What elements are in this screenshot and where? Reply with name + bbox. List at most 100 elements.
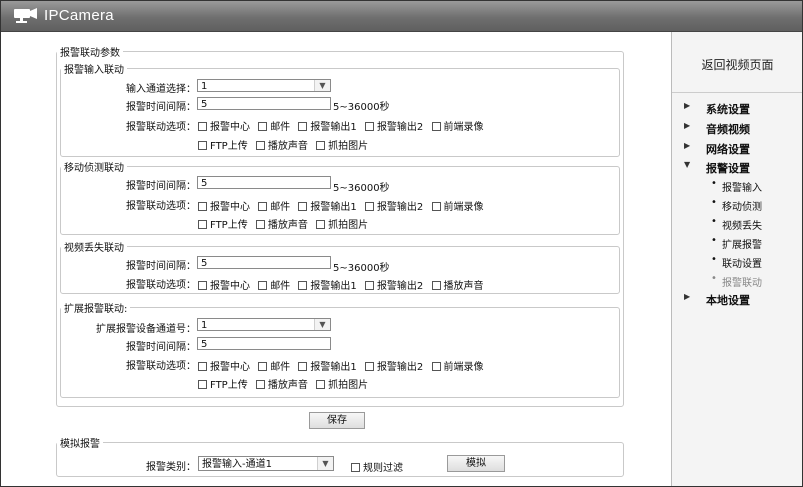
app-window: IPCamera 报警联动参数 报警输入联动 输入通道选择： 1 ▼ 报警时间间… [0,0,803,487]
checkbox[interactable] [198,141,207,150]
option-alarm-output-2[interactable]: 报警输出2 [364,198,423,213]
sidebar-item-alarm[interactable]: ▼ 报警设置 [684,160,750,176]
save-button[interactable]: 保存 [309,412,365,429]
option-snapshot[interactable]: 抓拍图片 [316,137,368,152]
option-alarm-center[interactable]: 报警中心 [198,277,250,292]
checkbox[interactable] [258,122,268,131]
interval-label: 报警时间间隔： [126,102,196,113]
alarm-input-options-row1: 报警中心 邮件 报警输出1 报警输出2 前端录像 [198,118,489,133]
checkbox[interactable] [198,122,207,131]
checkbox[interactable] [298,281,308,290]
checkbox[interactable] [298,122,308,131]
bullet-icon: • [711,178,717,189]
option-snapshot[interactable]: 抓拍图片 [316,376,368,391]
option-email[interactable]: 邮件 [258,358,290,373]
bullet-icon: • [711,273,717,284]
sidebar-item-local[interactable]: ▶ 本地设置 [684,292,750,308]
interval-input[interactable]: 5 [197,176,331,189]
checkbox[interactable] [364,122,374,131]
camera-logo-icon [14,8,37,23]
interval-hint: 5~36000秒 [333,102,390,113]
option-alarm-output-2[interactable]: 报警输出2 [364,118,423,133]
option-email[interactable]: 邮件 [258,198,290,213]
checkbox[interactable] [258,362,268,371]
main-content: 报警联动参数 报警输入联动 输入通道选择： 1 ▼ 报警时间间隔： 5 5~36… [2,32,670,486]
return-to-video-link[interactable]: 返回视频页面 [672,56,802,73]
checkbox[interactable] [364,281,374,290]
checkbox[interactable] [255,380,265,389]
option-front-record[interactable]: 前端录像 [431,198,484,213]
checkbox[interactable] [298,202,308,211]
option-alarm-center[interactable]: 报警中心 [198,358,250,373]
checkbox[interactable] [431,281,441,290]
checkbox[interactable] [316,220,326,229]
checkbox[interactable] [431,362,441,371]
interval-input[interactable]: 5 [197,337,331,350]
options-label: 报警联动选项： [126,361,196,372]
option-email[interactable]: 邮件 [258,277,290,292]
option-alarm-output-2[interactable]: 报警输出2 [364,358,423,373]
option-ftp-upload[interactable]: FTP上传 [198,376,248,391]
option-ftp-upload[interactable]: FTP上传 [198,216,248,231]
checkbox[interactable] [364,202,374,211]
sidebar-subitem-motion[interactable]: • 移动侦测 [711,197,762,213]
option-play-sound[interactable]: 播放声音 [255,216,308,231]
checkbox[interactable] [298,362,308,371]
sidebar-item-audio-video[interactable]: ▶ 音频视频 [684,121,750,137]
sidebar-subitem-alarm-linkage[interactable]: • 报警联动 [711,273,762,289]
alarm-type-select[interactable]: 报警输入-通道1 ▼ [198,456,334,471]
sidebar-subitem-video-loss[interactable]: • 视频丢失 [711,216,762,232]
sidebar-subitem-linkage-settings[interactable]: • 联动设置 [711,254,762,270]
option-alarm-output-1[interactable]: 报警输出1 [298,358,357,373]
option-alarm-output-2[interactable]: 报警输出2 [364,277,423,292]
checkbox[interactable] [351,463,360,472]
option-email[interactable]: 邮件 [258,118,290,133]
video-loss-legend: 视频丢失联动 [64,243,124,254]
checkbox[interactable] [198,220,207,229]
checkbox[interactable] [258,281,268,290]
alarm-input-legend: 报警输入联动 [64,65,124,76]
triangle-down-icon: ▼ [684,160,691,169]
chevron-down-icon: ▼ [317,457,333,470]
checkbox[interactable] [316,141,326,150]
title-bar: IPCamera [1,1,802,32]
checkbox[interactable] [255,220,265,229]
checkbox[interactable] [431,202,441,211]
interval-input[interactable]: 5 [197,256,331,269]
rule-filter-option[interactable]: 规则过滤 [351,459,403,474]
option-play-sound[interactable]: 播放声音 [431,277,484,292]
bullet-icon: • [711,197,717,208]
option-snapshot[interactable]: 抓拍图片 [316,216,368,231]
option-ftp-upload[interactable]: FTP上传 [198,137,248,152]
sidebar-item-system[interactable]: ▶ 系统设置 [684,101,750,117]
option-play-sound[interactable]: 播放声音 [255,376,308,391]
checkbox[interactable] [198,380,207,389]
checkbox[interactable] [198,281,207,290]
sidebar-item-network[interactable]: ▶ 网络设置 [684,141,750,157]
option-front-record[interactable]: 前端录像 [431,118,484,133]
option-alarm-center[interactable]: 报警中心 [198,198,250,213]
checkbox[interactable] [431,122,441,131]
sidebar-subitem-ext-alarm[interactable]: • 扩展报警 [711,235,762,251]
interval-hint: 5~36000秒 [333,183,390,194]
linkage-params-legend: 报警联动参数 [60,48,120,59]
channel-select[interactable]: 1 ▼ [197,79,331,92]
app-title: IPCamera [44,7,114,24]
option-alarm-output-1[interactable]: 报警输出1 [298,198,357,213]
checkbox[interactable] [198,202,207,211]
checkbox[interactable] [316,380,326,389]
sidebar-subitem-alarm-input[interactable]: • 报警输入 [711,178,762,194]
interval-input[interactable]: 5 [197,97,331,110]
checkbox[interactable] [255,141,265,150]
ext-channel-select[interactable]: 1 ▼ [197,318,331,331]
checkbox[interactable] [258,202,268,211]
option-play-sound[interactable]: 播放声音 [255,137,308,152]
option-alarm-output-1[interactable]: 报警输出1 [298,118,357,133]
option-alarm-center[interactable]: 报警中心 [198,118,250,133]
option-front-record[interactable]: 前端录像 [431,358,484,373]
triangle-right-icon: ▶ [684,121,691,130]
checkbox[interactable] [364,362,374,371]
simulate-button[interactable]: 模拟 [447,455,505,472]
checkbox[interactable] [198,362,207,371]
option-alarm-output-1[interactable]: 报警输出1 [298,277,357,292]
